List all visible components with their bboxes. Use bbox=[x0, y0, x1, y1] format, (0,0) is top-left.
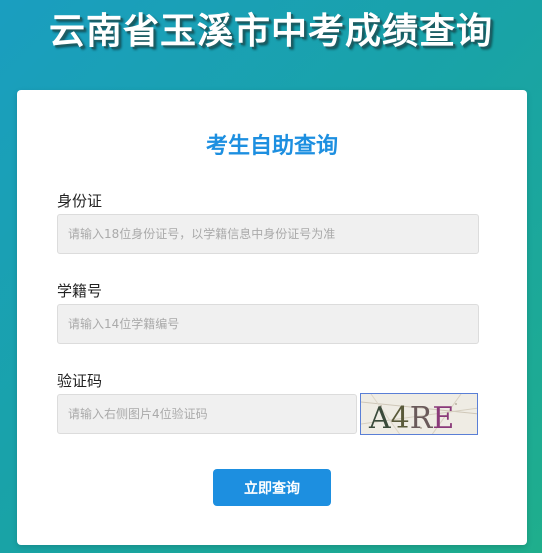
captcha-image[interactable]: A4RE bbox=[360, 393, 478, 435]
student-number-input[interactable] bbox=[57, 304, 479, 344]
card-title: 考生自助查询 bbox=[205, 134, 338, 159]
id-card-input[interactable] bbox=[57, 214, 479, 254]
id-card-label: 身份证 bbox=[57, 192, 103, 210]
captcha-label: 验证码 bbox=[57, 372, 103, 390]
captcha-input[interactable] bbox=[57, 394, 357, 434]
query-card: 考生自助查询 身份证 学籍号 验证码 A4RE 立即查询 bbox=[17, 90, 527, 545]
captcha-text: A4RE bbox=[368, 401, 454, 435]
submit-query-button[interactable]: 立即查询 bbox=[213, 469, 331, 506]
page-title: 云南省玉溪市中考成绩查询 bbox=[48, 11, 493, 52]
student-number-label: 学籍号 bbox=[57, 282, 103, 300]
